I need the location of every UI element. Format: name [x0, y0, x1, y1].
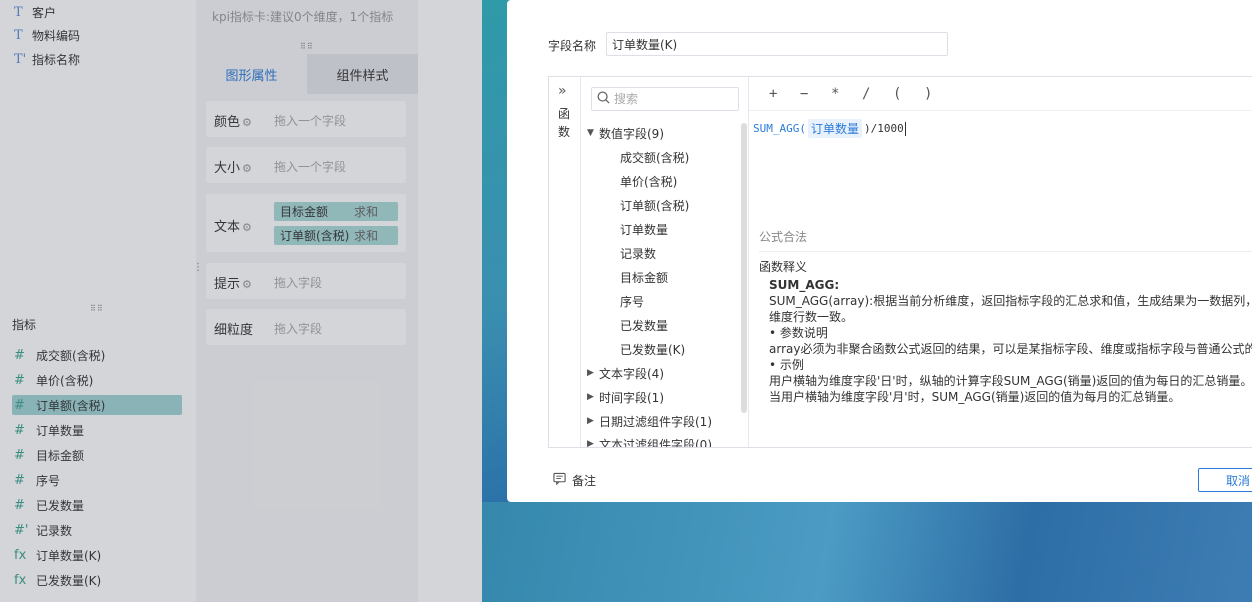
tree-item[interactable]: 订单额(含税) — [620, 195, 689, 215]
note-label: 备注 — [572, 474, 597, 488]
tree-group-label: 时间字段(1) — [599, 390, 664, 405]
tree-group-text-filter[interactable]: ▶ 文本过滤组件字段(0) — [587, 434, 712, 448]
field-name-input[interactable] — [606, 32, 948, 56]
function-description-title: 函数释义 — [759, 251, 1252, 277]
tree-group-numeric[interactable]: ▼ 数值字段(9) — [587, 123, 664, 143]
function-rail[interactable]: » 函数 — [549, 77, 581, 447]
formula-editor: » 函数 ▼数值字段(9) 成交额(含税) 单价(含税) 订单额(含税) 订单数… — [548, 76, 1252, 448]
description-line: 维度行数一致。 — [769, 310, 854, 324]
tree-item[interactable]: 成交额(含税) — [620, 147, 689, 167]
cancel-button[interactable]: 取消 — [1198, 468, 1252, 492]
description-function-name: SUM_AGG: — [769, 278, 840, 292]
tree-group-label: 文本字段(4) — [599, 366, 664, 381]
tree-item[interactable]: 已发数量 — [620, 315, 668, 335]
formula-function: SUM_AGG( — [753, 122, 806, 135]
search-icon — [592, 90, 614, 108]
formula-input[interactable]: SUM_AGG( 订单数量 )/1000 — [753, 119, 906, 138]
caret-right-icon[interactable]: ▶ — [587, 368, 599, 378]
description-line: • 示例 — [769, 358, 804, 372]
field-tree-panel: ▼数值字段(9) 成交额(含税) 单价(含税) 订单额(含税) 订单数量 记录数… — [581, 77, 749, 447]
function-description: SUM_AGG: SUM_AGG(array):根据当前分析维度，返回指标字段的… — [769, 277, 1252, 405]
open-paren-button[interactable]: ( — [893, 86, 924, 102]
caret-down-icon[interactable]: ▼ — [587, 128, 599, 138]
description-line: SUM_AGG(array):根据当前分析维度，返回指标字段的汇总求和值，生成结… — [769, 294, 1252, 308]
text-cursor — [904, 121, 906, 136]
search-input[interactable] — [614, 92, 734, 106]
double-chevron-right-icon[interactable]: » — [558, 83, 567, 99]
tree-item[interactable]: 单价(含税) — [620, 171, 677, 191]
minus-button[interactable]: − — [800, 86, 831, 102]
calculated-field-dialog: 字段名称 » 函数 ▼数值字段(9) 成交额(含税) 单价(含税) 订单额(含税… — [507, 0, 1252, 502]
modal-backdrop[interactable] — [0, 0, 482, 602]
tree-group-label: 日期过滤组件字段(1) — [599, 414, 712, 429]
multiply-button[interactable]: * — [831, 86, 862, 102]
description-line: 用户横轴为维度字段'日'时，纵轴的计算字段SUM_AGG(销量)返回的值为每日的… — [769, 374, 1252, 388]
caret-right-icon[interactable]: ▶ — [587, 439, 599, 447]
search-box[interactable] — [591, 87, 739, 111]
caret-right-icon[interactable]: ▶ — [587, 416, 599, 426]
tree-group-label: 数值字段(9) — [599, 126, 664, 141]
description-line: 当用户横轴为维度字段'月'时，SUM_AGG(销量)返回的值为每月的汇总销量。 — [769, 390, 1181, 404]
formula-area: + − * / ( ) SUM_AGG( 订单数量 )/1000 公式合法 函数… — [749, 77, 1252, 447]
background-app: T 客户 T 物料编码 T' 指标名称 ⠿⠿ 指标 # 成交额(含税) # 单价(含税) … — [0, 0, 482, 602]
note-icon — [553, 472, 566, 489]
tree-group-date-filter[interactable]: ▶ 日期过滤组件字段(1) — [587, 411, 712, 431]
formula-rest: )/1000 — [864, 122, 904, 135]
close-paren-button[interactable]: ) — [924, 86, 955, 102]
tree-item[interactable]: 记录数 — [620, 243, 656, 263]
field-name-label: 字段名称 — [548, 39, 597, 53]
tree-item[interactable]: 目标金额 — [620, 267, 668, 287]
tree-group-text[interactable]: ▶ 文本字段(4) — [587, 363, 664, 383]
tree-group-time[interactable]: ▶ 时间字段(1) — [587, 387, 664, 407]
tree-group-label: 文本过滤组件字段(0) — [599, 437, 712, 448]
description-line: array必须为非聚合函数公式返回的结果，可以是某指标字段、维度或指标字段与普通… — [769, 342, 1252, 356]
decorative-background-shape — [482, 502, 1252, 602]
description-line: • 参数说明 — [769, 326, 828, 340]
tree-item[interactable]: 已发数量(K) — [620, 339, 685, 359]
function-rail-label[interactable]: 函数 — [558, 105, 572, 141]
note-button[interactable]: 备注 — [553, 472, 596, 489]
caret-right-icon[interactable]: ▶ — [587, 392, 599, 402]
formula-field-token[interactable]: 订单数量 — [807, 119, 862, 138]
scrollbar-thumb[interactable] — [741, 123, 747, 413]
tree-item[interactable]: 序号 — [620, 291, 644, 311]
divide-button[interactable]: / — [862, 86, 893, 102]
formula-status: 公式合法 — [759, 230, 808, 244]
plus-button[interactable]: + — [769, 86, 800, 102]
tree-item[interactable]: 订单数量 — [620, 219, 668, 239]
operator-toolbar: + − * / ( ) — [749, 77, 1252, 111]
